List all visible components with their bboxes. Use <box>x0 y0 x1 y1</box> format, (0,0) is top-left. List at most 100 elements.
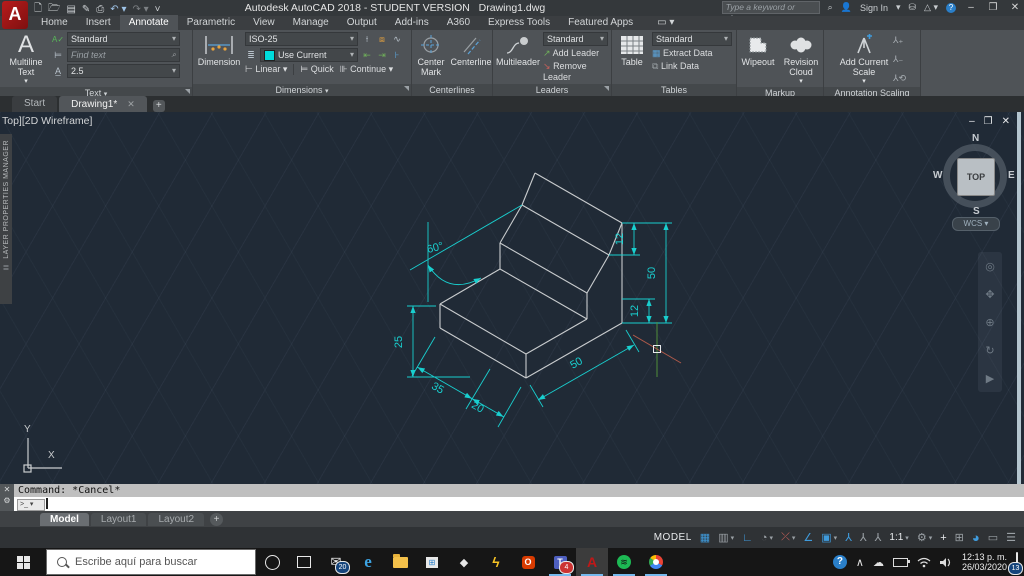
add-leader-button[interactable]: ↗ Add Leader <box>543 48 608 59</box>
store-button[interactable]: ⊞ <box>416 548 448 576</box>
tab-manage[interactable]: Manage <box>284 15 338 30</box>
object-snap-tracking-icon[interactable]: ∠ <box>803 531 813 544</box>
search-icon[interactable]: ⌕ <box>828 2 833 13</box>
status-customize-icon[interactable]: ☰ <box>1006 531 1016 544</box>
viewport-close-icon[interactable]: ✕ <box>1002 116 1010 127</box>
grid-display-icon[interactable]: ▦ <box>700 531 710 544</box>
autocad-app-menu-icon[interactable]: A <box>2 1 28 29</box>
dim-break-icon[interactable]: ⟊ <box>361 34 373 45</box>
sign-in-caret-icon[interactable]: ▾ <box>896 2 901 13</box>
task-view-button[interactable] <box>288 548 320 576</box>
show-motion-icon[interactable]: ▶ <box>986 372 994 385</box>
table-button[interactable]: Table <box>615 32 649 84</box>
command-close-icon[interactable]: ✕ <box>4 485 11 494</box>
navigation-bar[interactable]: ◎ ✥ ⊕ ↻ ▶ <box>978 252 1002 392</box>
annoscale-add-icon[interactable]: ⅄₊ <box>893 35 906 46</box>
dim-jog-line-icon[interactable]: ∿ <box>391 34 403 45</box>
pan-icon[interactable]: ✥ <box>985 288 994 301</box>
file-explorer-button[interactable] <box>384 548 416 576</box>
object-snap-icon[interactable]: ▣▾ <box>821 531 837 544</box>
help-search-input[interactable]: Type a keyword or phrase <box>722 1 820 14</box>
minimize-button[interactable]: – <box>964 2 978 13</box>
action-center-button[interactable]: 13 <box>1016 553 1018 571</box>
command-customize-icon[interactable]: ⚙ <box>3 496 10 505</box>
panel-strip-dimensions[interactable]: Dimensions ▾ <box>193 84 411 96</box>
command-prompt-icon[interactable]: >_ ▾ <box>17 499 45 511</box>
close-button[interactable]: ✕ <box>1008 2 1022 13</box>
autodesk-360-icon[interactable]: △ ▾ <box>924 2 938 13</box>
tab-model[interactable]: Model <box>40 513 89 526</box>
workspace-switching-icon[interactable]: ⊞ <box>955 531 964 544</box>
taskbar-clock[interactable]: 12:13 p. m. 26/03/2020 <box>962 552 1007 572</box>
compass-west[interactable]: W <box>933 170 942 181</box>
viewport-minimize-icon[interactable]: – <box>969 116 975 127</box>
tab-annotate[interactable]: Annotate <box>120 15 178 30</box>
isometric-drafting-icon[interactable]: ⤫▾ <box>781 531 795 544</box>
app-store-cart-icon[interactable]: ⛁ <box>909 2 917 13</box>
steering-wheel-icon[interactable]: ◎ <box>985 260 995 273</box>
autocad-taskbar-button[interactable]: A <box>576 548 608 576</box>
spotify-button[interactable]: ≋ <box>608 548 640 576</box>
multileader-button[interactable]: Multileader <box>496 32 540 84</box>
start-button[interactable] <box>0 548 46 576</box>
dim-update-icon[interactable]: ⇤ <box>361 50 373 61</box>
dim-style-select[interactable]: ISO-25▾ <box>245 32 358 46</box>
new-layout-button[interactable]: + <box>210 513 223 526</box>
panel-strip-leaders[interactable]: Leaders <box>493 84 611 96</box>
compass-north[interactable]: N <box>972 133 979 144</box>
dimensions-dialog-launcher-icon[interactable] <box>404 86 409 91</box>
file-tab-close-icon[interactable]: ✕ <box>127 99 135 109</box>
view-cube-top-face[interactable]: TOP <box>957 158 995 196</box>
centerline-button[interactable]: Centerline <box>453 32 489 84</box>
text-align-icon[interactable]: ⊨ <box>52 50 64 61</box>
continue-dim-button[interactable]: ⊪ Continue ▾ <box>340 64 393 75</box>
hardware-acceleration-icon[interactable]: ◕ <box>972 530 980 545</box>
view-cube[interactable]: N W E S TOP <box>935 136 1015 216</box>
viewport-restore-icon[interactable]: ❐ <box>984 116 993 127</box>
file-tab-start[interactable]: Start <box>12 96 57 112</box>
wipeout-button[interactable]: Wipeout <box>740 32 776 87</box>
panel-strip-tables[interactable]: Tables <box>612 84 736 96</box>
autoscale-icon[interactable]: ⅄ <box>860 531 867 544</box>
model-space-indicator[interactable]: MODEL <box>654 532 692 543</box>
compass-east[interactable]: E <box>1008 170 1015 181</box>
tab-layout2[interactable]: Layout2 <box>148 513 204 526</box>
restore-button[interactable]: ❐ <box>986 2 1000 13</box>
dim-override-icon[interactable]: ⊦ <box>391 50 403 61</box>
viewport-controls-label[interactable]: Top][2D Wireframe] <box>2 115 92 127</box>
new-drawing-tab-button[interactable]: + <box>153 100 165 112</box>
panel-strip-centerlines[interactable]: Centerlines <box>412 84 492 96</box>
wcs-menu[interactable]: WCS ▾ <box>952 217 1000 231</box>
file-tab-drawing1[interactable]: Drawing1*✕ <box>59 96 147 112</box>
dimension-button[interactable]: Dimension <box>196 32 242 84</box>
mail-button[interactable]: ✉20 <box>320 548 352 576</box>
edge-button[interactable]: e <box>352 548 384 576</box>
leaders-dialog-launcher-icon[interactable] <box>604 86 609 91</box>
annotation-scale-button[interactable]: 1:1▾ <box>889 532 908 543</box>
chrome-button[interactable] <box>640 548 672 576</box>
sign-in-button[interactable]: Sign In <box>860 3 888 13</box>
tab-insert[interactable]: Insert <box>77 15 120 30</box>
text-style-select[interactable]: Standard▾ <box>67 32 180 46</box>
tab-express-tools[interactable]: Express Tools <box>479 15 559 30</box>
find-text-input[interactable]: Find text⌕ <box>67 48 180 62</box>
revision-cloud-button[interactable]: Revision Cloud▾ <box>782 32 820 87</box>
orbit-icon[interactable]: ↻ <box>985 344 994 357</box>
link-data-button[interactable]: ⧉ Link Data <box>652 61 732 72</box>
help-icon[interactable]: ? <box>946 3 956 13</box>
command-input-bar[interactable]: >_ ▾ <box>0 497 1024 511</box>
flash-app-button[interactable]: ϟ <box>480 548 512 576</box>
zoom-icon[interactable]: ⊕ <box>985 316 994 329</box>
table-style-select[interactable]: Standard▾ <box>652 32 732 46</box>
battery-icon[interactable] <box>893 558 908 567</box>
snap-mode-icon[interactable]: ▥▾ <box>718 531 734 544</box>
annotation-visibility-icon[interactable]: ⅄ <box>845 531 852 544</box>
text-height-icon[interactable]: A̲ <box>52 66 64 76</box>
volume-icon[interactable] <box>940 557 953 568</box>
text-height-select[interactable]: 2.5▾ <box>67 64 180 78</box>
tab-output[interactable]: Output <box>338 15 386 30</box>
tab-home[interactable]: Home <box>32 15 77 30</box>
teams-button[interactable]: T4 <box>544 548 576 576</box>
dim-layer-icon[interactable]: ≣ <box>245 50 257 61</box>
command-history-bar[interactable]: ✕ ⚙ Command: *Cancel* <box>0 484 1024 497</box>
